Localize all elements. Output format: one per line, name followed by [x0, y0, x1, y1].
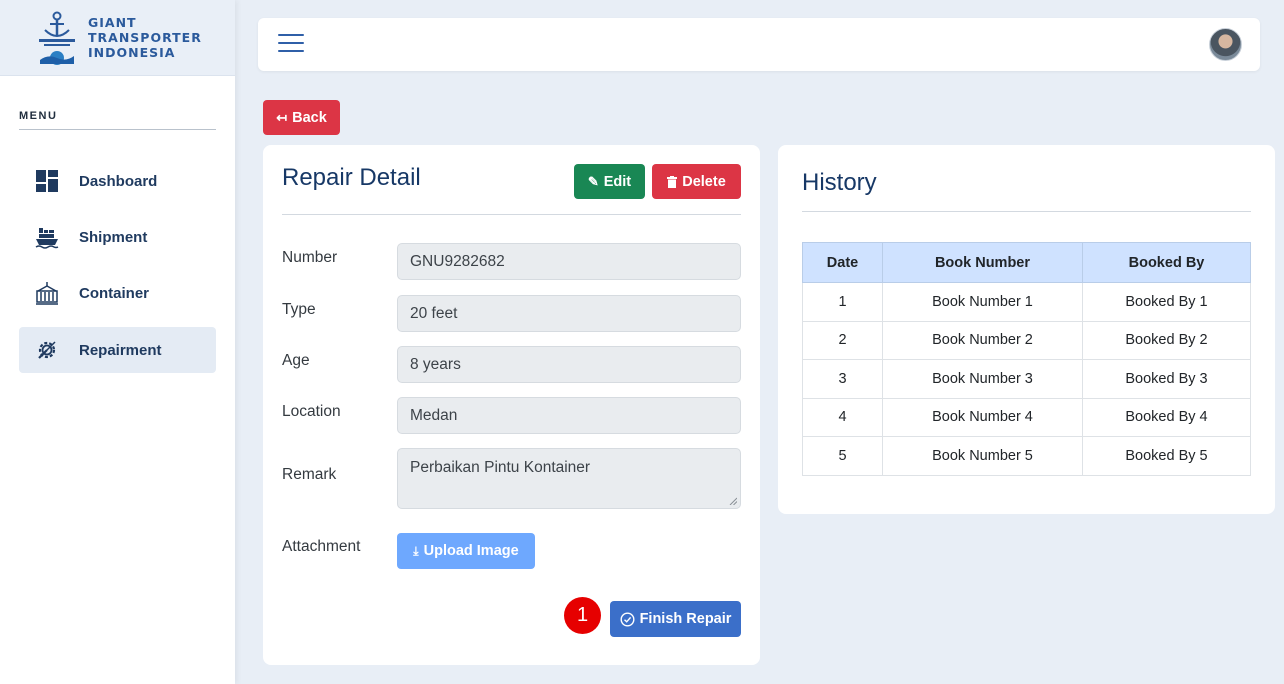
table-cell-booked-by: Booked By 1 [1082, 282, 1251, 322]
pencil-icon: ✎ [587, 173, 599, 189]
sidebar-item-container[interactable]: Container [19, 270, 216, 316]
anchor-logo-icon [39, 11, 75, 65]
location-label: Location [282, 403, 341, 420]
table-cell-booked-by: Booked By 4 [1082, 397, 1251, 437]
back-button-label: Back [292, 109, 327, 126]
table-row: 3 Book Number 3 Booked By 3 [802, 359, 1251, 399]
back-arrow-icon: ↤ [276, 109, 288, 125]
table-cell-booked-by: Booked By 2 [1082, 320, 1251, 360]
edit-button[interactable]: ✎ Edit [574, 164, 645, 199]
table-cell-booked-by: Booked By 5 [1082, 436, 1251, 476]
history-divider [802, 211, 1251, 212]
history-table: Date Book Number Booked By 1 Book Number… [802, 242, 1251, 476]
brand-line-3: INDONESIA [88, 45, 176, 60]
dashboard-icon [36, 170, 58, 192]
delete-button[interactable]: Delete [652, 164, 741, 199]
type-label: Type [282, 301, 316, 318]
brand-name: GIANT TRANSPORTER INDONESIA [88, 15, 202, 60]
type-field[interactable]: 20 feet [397, 295, 741, 332]
sidebar-item-dashboard[interactable]: Dashboard [19, 158, 216, 204]
upload-button-label: Upload Image [423, 543, 519, 559]
table-cell-date: 3 [802, 359, 883, 399]
table-cell-date: 1 [802, 282, 883, 322]
table-cell-book-number: Book Number 5 [882, 436, 1083, 476]
finish-button-label: Finish Repair [639, 611, 732, 627]
age-label: Age [282, 352, 310, 369]
column-header-booked-by: Booked By [1082, 242, 1251, 283]
edit-button-label: Edit [603, 173, 632, 190]
sidebar-item-label: Repairment [79, 341, 162, 359]
sidebar-item-repairment[interactable]: Repairment [19, 327, 216, 373]
check-circle-icon [620, 611, 635, 627]
user-avatar[interactable] [1209, 28, 1242, 61]
number-label: Number [282, 249, 338, 266]
sidebar-item-shipment[interactable]: Shipment [19, 214, 216, 260]
table-row: 1 Book Number 1 Booked By 1 [802, 282, 1251, 322]
menu-title: MENU [19, 110, 216, 130]
table-cell-book-number: Book Number 4 [882, 397, 1083, 437]
sidebar-item-label: Container [79, 284, 150, 302]
delete-button-label: Delete [682, 173, 726, 190]
table-cell-book-number: Book Number 2 [882, 320, 1083, 360]
container-icon [36, 282, 58, 305]
sidebar: GIANT TRANSPORTER INDONESIA MENU Dashboa… [0, 0, 235, 684]
brand-line-2: TRANSPORTER [88, 30, 202, 45]
table-row: 2 Book Number 2 Booked By 2 [802, 320, 1251, 360]
table-cell-book-number: Book Number 1 [882, 282, 1083, 322]
remark-textarea[interactable]: Perbaikan Pintu Kontainer [397, 448, 741, 509]
repair-detail-title: Repair Detail [282, 164, 421, 191]
table-header-row: Date Book Number Booked By [802, 242, 1251, 283]
number-field[interactable]: GNU9282682 [397, 243, 741, 280]
history-title: History [802, 169, 877, 196]
age-field[interactable]: 8 years [397, 346, 741, 383]
remark-label: Remark [282, 466, 337, 483]
gear-icon [38, 341, 56, 359]
table-cell-booked-by: Booked By 3 [1082, 359, 1251, 399]
table-cell-date: 5 [802, 436, 883, 476]
table-cell-date: 2 [802, 320, 883, 360]
table-row: 5 Book Number 5 Booked By 5 [802, 436, 1251, 476]
back-button[interactable]: ↤ Back [263, 100, 340, 135]
top-navbar [258, 18, 1260, 71]
column-header-book-number: Book Number [882, 242, 1083, 283]
resize-handle-icon[interactable] [729, 497, 737, 505]
trash-icon [667, 175, 678, 188]
brand-header[interactable]: GIANT TRANSPORTER INDONESIA [0, 0, 235, 76]
location-field[interactable]: Medan [397, 397, 741, 434]
remark-text: Perbaikan Pintu Kontainer [410, 459, 591, 476]
hamburger-menu-icon[interactable] [278, 34, 304, 56]
upload-image-button[interactable]: ⤓ Upload Image [397, 533, 535, 569]
upload-icon: ⤓ [413, 543, 419, 558]
table-cell-book-number: Book Number 3 [882, 359, 1083, 399]
sidebar-item-label: Shipment [79, 228, 148, 246]
attachment-label: Attachment [282, 538, 361, 555]
ship-icon [35, 228, 59, 249]
table-row: 4 Book Number 4 Booked By 4 [802, 397, 1251, 437]
column-header-date: Date [802, 242, 883, 283]
table-cell-date: 4 [802, 397, 883, 437]
brand-line-1: GIANT [88, 15, 137, 30]
sidebar-item-label: Dashboard [79, 172, 158, 190]
step-marker-badge: 1 [564, 597, 601, 634]
finish-repair-button[interactable]: Finish Repair [610, 601, 741, 637]
repair-divider [282, 214, 741, 215]
